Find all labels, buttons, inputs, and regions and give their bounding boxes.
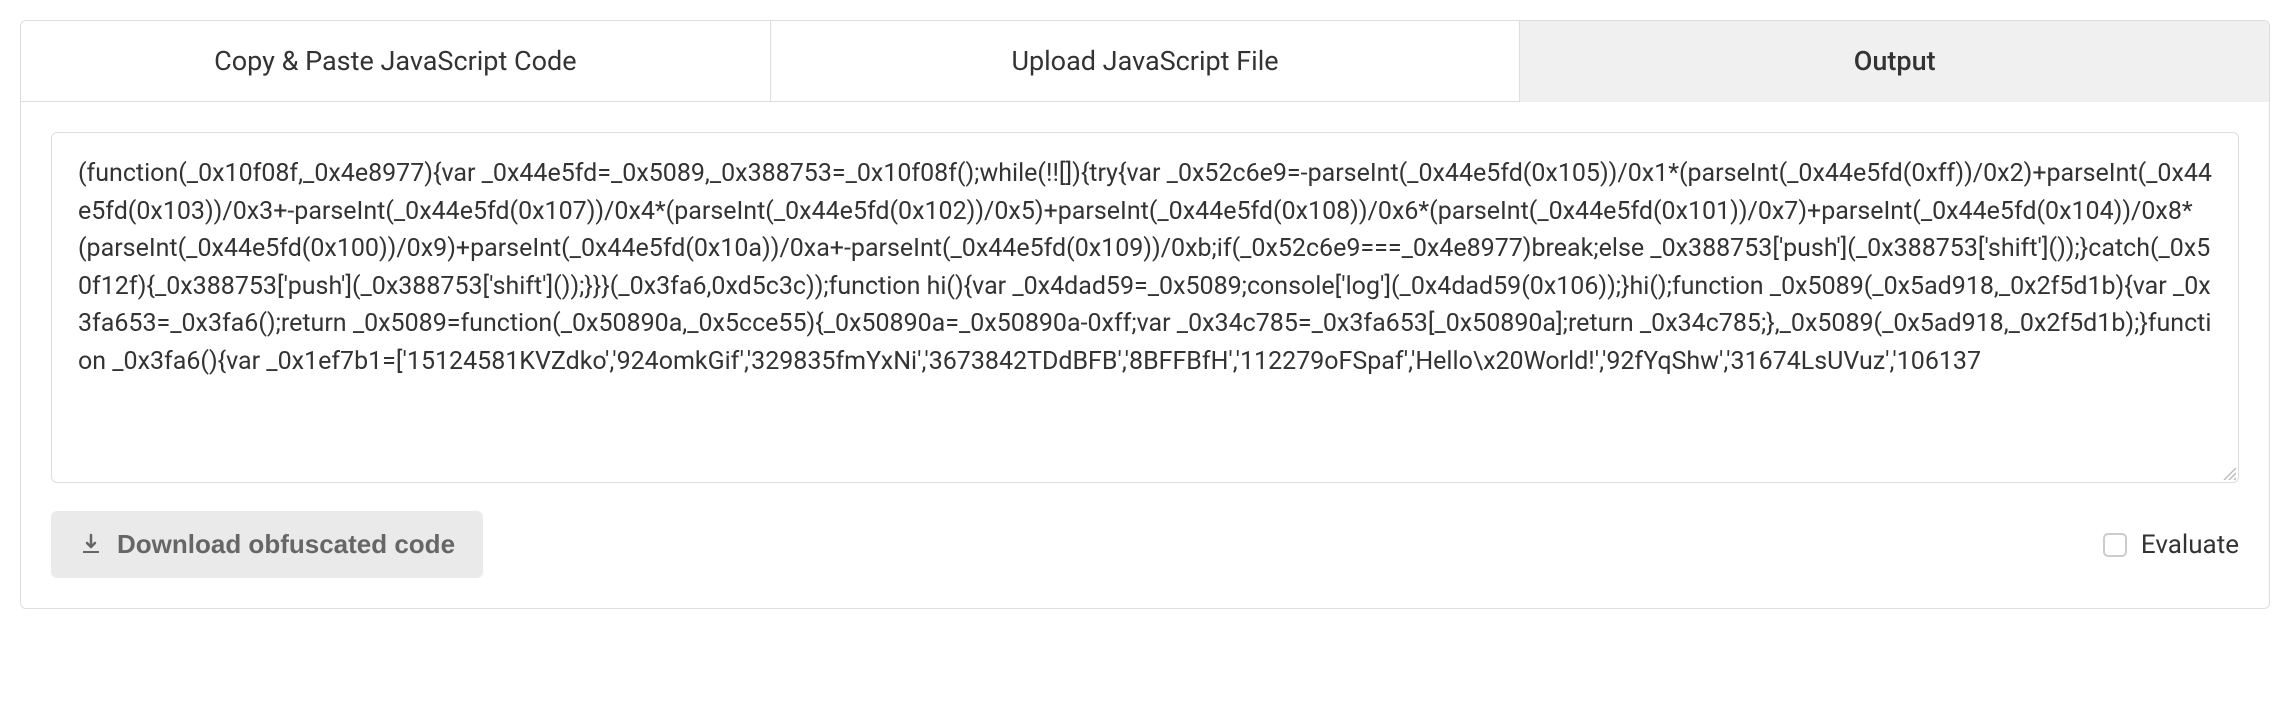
evaluate-checkbox[interactable] [2103, 533, 2127, 557]
tab-content: Download obfuscated code Evaluate [21, 102, 2269, 608]
tab-copy-paste[interactable]: Copy & Paste JavaScript Code [21, 21, 771, 102]
download-icon [79, 533, 103, 557]
code-area-wrapper [51, 132, 2239, 483]
tabs-bar: Copy & Paste JavaScript Code Upload Java… [21, 21, 2269, 102]
output-code-textarea[interactable] [52, 133, 2238, 478]
output-panel: Copy & Paste JavaScript Code Upload Java… [20, 20, 2270, 609]
download-button-label: Download obfuscated code [117, 529, 455, 560]
evaluate-group: Evaluate [2103, 530, 2239, 560]
tab-upload[interactable]: Upload JavaScript File [771, 21, 1521, 102]
evaluate-label[interactable]: Evaluate [2141, 530, 2239, 560]
footer-bar: Download obfuscated code Evaluate [51, 511, 2239, 578]
download-button[interactable]: Download obfuscated code [51, 511, 483, 578]
tab-output[interactable]: Output [1520, 21, 2269, 102]
